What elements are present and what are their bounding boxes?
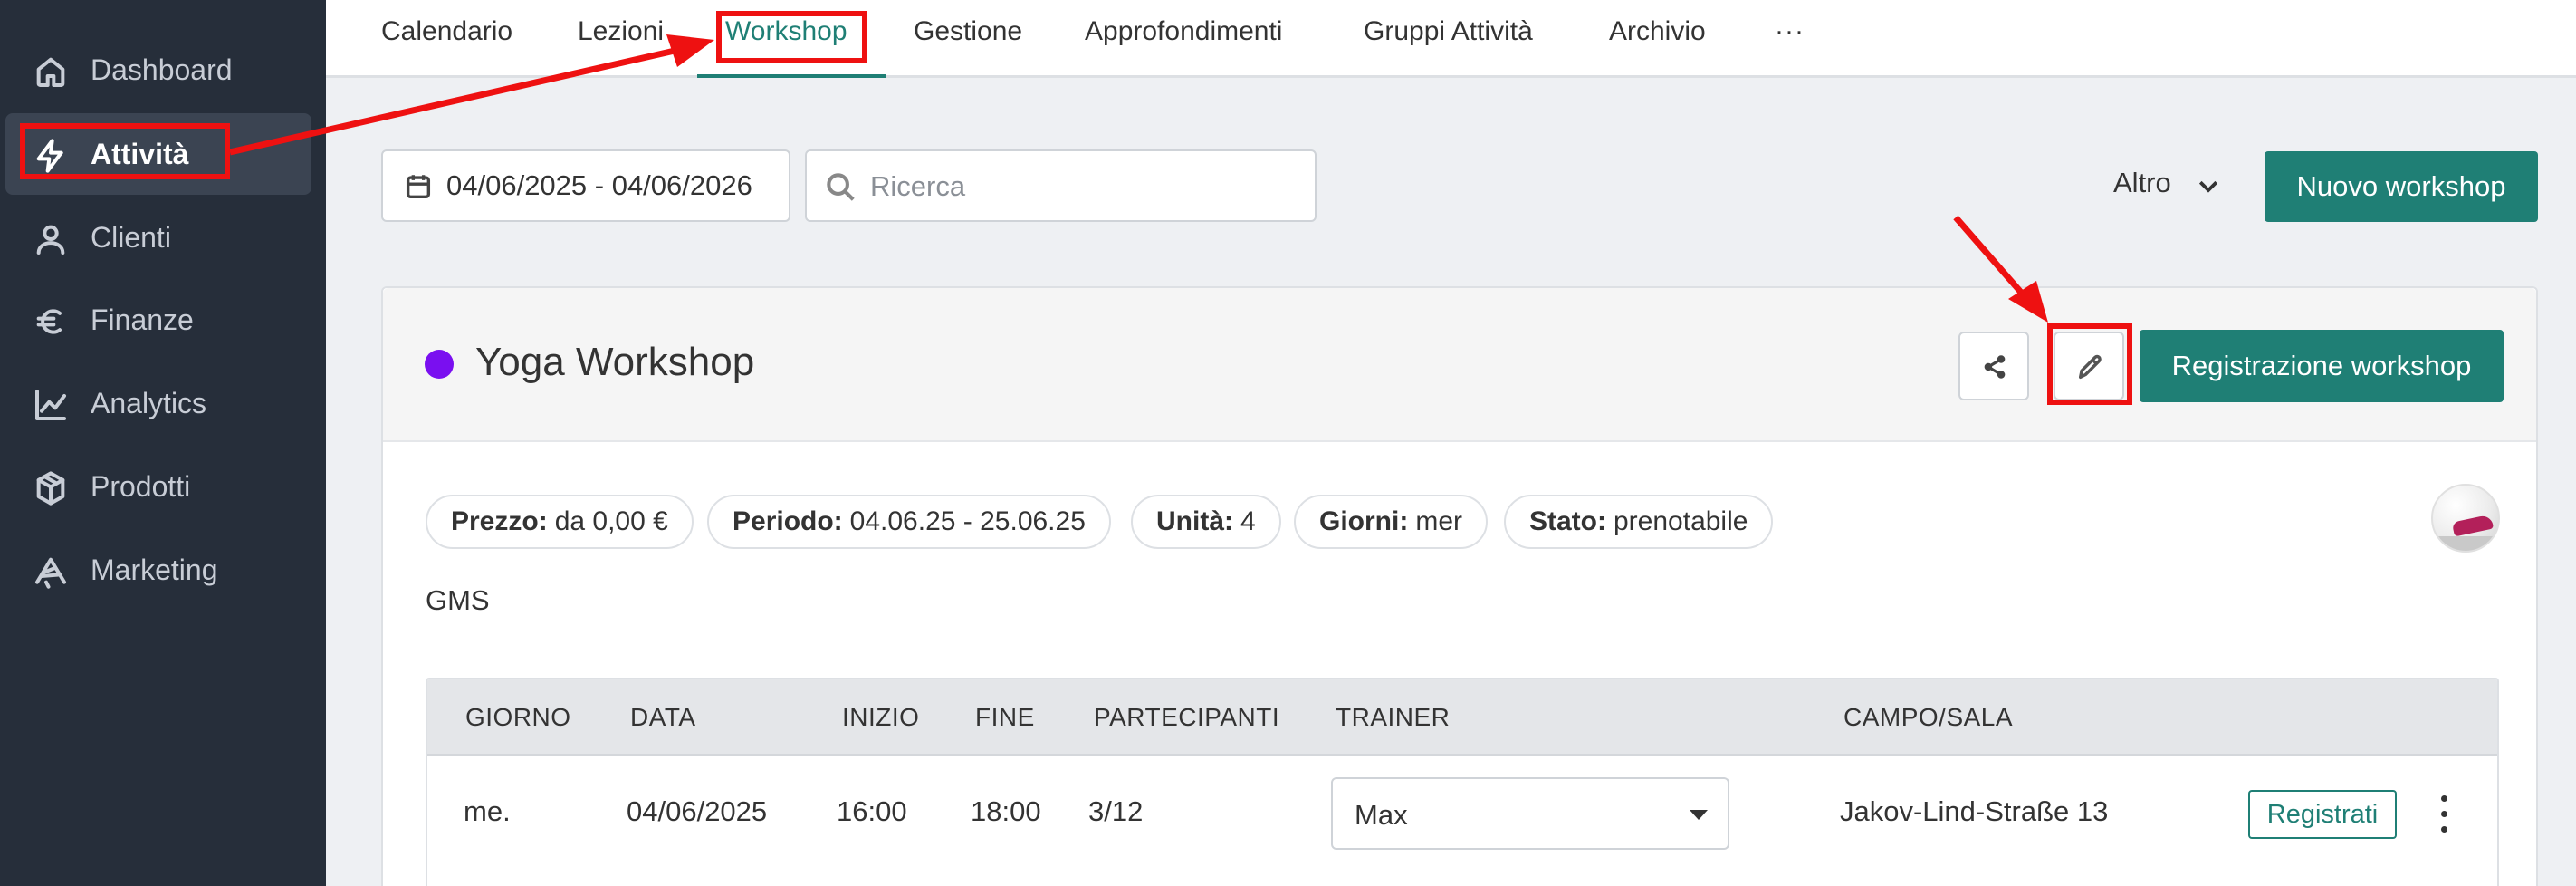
tab-approfondimenti[interactable]: Approfondimenti [1085,16,1282,47]
sidebar-item-prodotti[interactable]: Prodotti [5,446,311,527]
column-header: FINE [975,703,1035,731]
register-workshop-button[interactable]: Registrazione workshop [2140,330,2504,402]
sessions-table: GIORNO DATA INIZIO FINE PARTECIPANTI TRA… [426,678,2499,886]
sidebar-item-label: Analytics [91,386,207,419]
sidebar-item-marketing[interactable]: Marketing [5,529,311,611]
chart-line-icon [33,387,69,423]
share-icon [1984,355,2006,379]
row-menu-icon[interactable] [2436,792,2454,837]
bolt-icon [33,138,69,174]
sidebar-item-label: Clienti [91,220,171,254]
date-range-value: 04/06/2025 - 04/06/2026 [446,169,752,201]
euro-icon [33,303,69,340]
edit-button[interactable] [2054,332,2124,400]
sidebar-item-attivita[interactable]: Attività [5,113,311,195]
info-pill-periodo: Periodo: 04.06.25 - 25.06.25 [707,495,1111,549]
date-range-field[interactable]: 04/06/2025 - 04/06/2026 [381,149,790,222]
sidebar-item-clienti[interactable]: Clienti [5,197,311,278]
search-icon [823,169,857,204]
megaphone-icon [33,554,69,590]
sidebar: Dashboard Attività Clienti Finanze Analy… [0,0,326,886]
column-header: PARTECIPANTI [1094,703,1280,731]
sidebar-item-label: Attività [91,137,189,170]
chevron-down-icon[interactable] [2195,172,2222,199]
info-pill-unita: Unità: 4 [1131,495,1281,549]
workshop-color-dot [425,350,454,379]
column-header: GIORNO [465,703,571,731]
tab-calendario[interactable]: Calendario [381,16,512,47]
caret-down-icon [1690,810,1708,820]
tab-lezioni[interactable]: Lezioni [578,16,664,47]
workshop-description: GMS [426,584,490,616]
pencil-icon [2078,354,2102,380]
sidebar-item-label: Dashboard [91,53,233,86]
info-pill-giorni: Giorni: mer [1294,495,1488,549]
active-tab-indicator [697,74,886,78]
altro-dropdown[interactable]: Altro [2113,167,2171,199]
trainer-select[interactable]: Max [1331,777,1729,850]
trainer-select-value: Max [1355,799,1408,831]
column-header: CAMPO/SALA [1843,703,2014,731]
more-tabs-button[interactable]: ··· [1775,16,1805,47]
calendar-icon [403,171,434,202]
new-workshop-button[interactable]: Nuovo workshop [2265,151,2538,222]
sidebar-item-label: Prodotti [91,469,191,503]
sidebar-item-label: Marketing [91,553,218,586]
info-pill-stato: Stato: prenotabile [1504,495,1774,549]
sidebar-item-finanze[interactable]: Finanze [5,279,311,361]
tab-gruppi-attivita[interactable]: Gruppi Attività [1364,16,1533,47]
sidebar-item-label: Finanze [91,303,194,336]
home-icon [33,53,69,90]
search-input[interactable] [870,164,1296,209]
top-tabs: Calendario Lezioni Workshop Gestione App… [326,0,2576,78]
share-button[interactable] [1958,332,2029,400]
table-header: GIORNO DATA INIZIO FINE PARTECIPANTI TRA… [427,679,2497,756]
registrati-button[interactable]: Registrati [2248,790,2397,839]
workshop-thumbnail [2431,484,2500,553]
tab-workshop[interactable]: Workshop [725,16,847,47]
cell-fine: 18:00 [971,795,1041,827]
workshop-card-header: Yoga Workshop Registrazione workshop [383,288,2536,442]
sidebar-item-dashboard[interactable]: Dashboard [5,29,311,111]
cell-partecipanti: 3/12 [1088,795,1144,827]
search-field[interactable] [805,149,1317,222]
cell-giorno: me. [464,795,511,827]
info-pill-prezzo: Prezzo: da 0,00 € [426,495,694,549]
column-header: TRAINER [1336,703,1451,731]
user-icon [33,221,69,257]
workshop-title: Yoga Workshop [475,340,755,384]
cell-data: 04/06/2025 [627,795,768,827]
cell-campo-sala: Jakov-Lind-Straße 13 [1840,795,2109,827]
column-header: DATA [630,703,696,731]
workshop-card: Yoga Workshop Registrazione workshop Pre… [381,286,2538,886]
column-header: INIZIO [842,703,920,731]
cell-inizio: 16:00 [837,795,907,827]
tab-gestione[interactable]: Gestione [914,16,1022,47]
tab-archivio[interactable]: Archivio [1609,16,1706,47]
sidebar-item-analytics[interactable]: Analytics [5,362,311,444]
box-icon [33,470,69,506]
